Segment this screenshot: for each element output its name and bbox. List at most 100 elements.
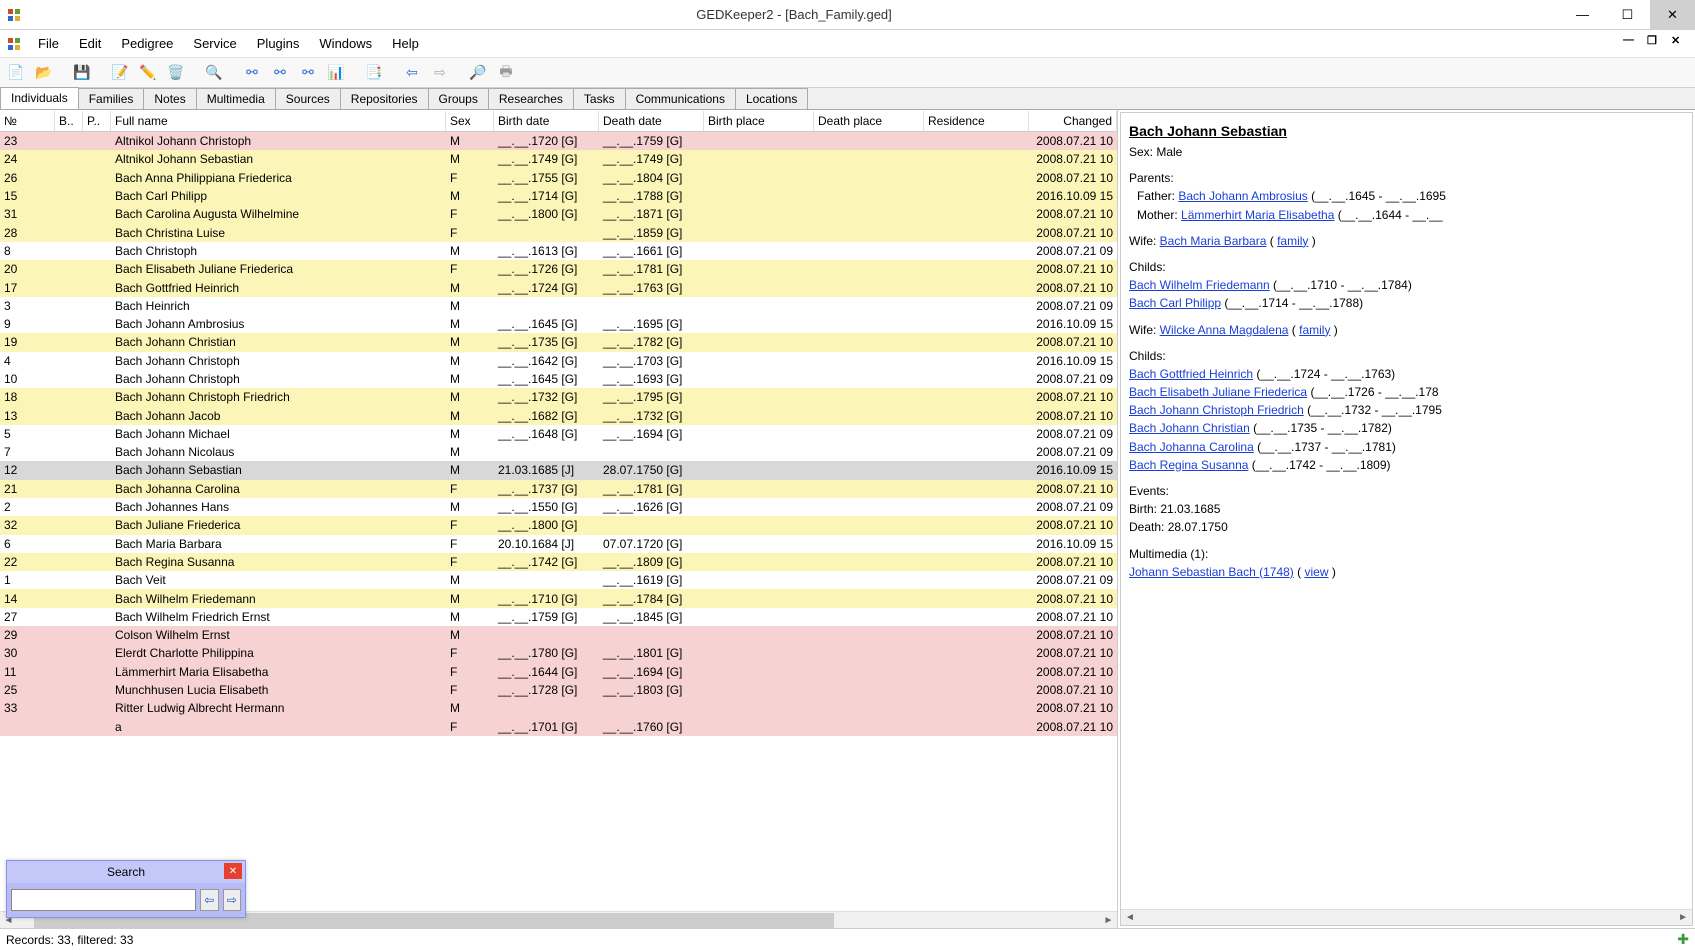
table-row[interactable]: 3Bach HeinrichM2008.07.21 09 [0, 297, 1117, 315]
child-link[interactable]: Bach Elisabeth Juliane Friederica [1129, 385, 1307, 399]
table-row[interactable]: 27Bach Wilhelm Friedrich ErnstM__.__.175… [0, 608, 1117, 626]
child-link[interactable]: Bach Johann Christoph Friedrich [1129, 403, 1304, 417]
table-row[interactable]: 7Bach Johann NicolausM2008.07.21 09 [0, 443, 1117, 461]
table-row[interactable]: 30Elerdt Charlotte PhilippinaF__.__.1780… [0, 644, 1117, 662]
detail-h-scrollbar[interactable]: ◄ ► [1121, 909, 1692, 925]
table-row[interactable]: 24Altnikol Johann SebastianM__.__.1749 [… [0, 150, 1117, 168]
table-row[interactable]: 8Bach ChristophM__.__.1613 [G]__.__.1661… [0, 242, 1117, 260]
col-header[interactable]: P.. [83, 111, 111, 131]
menu-plugins[interactable]: Plugins [247, 32, 310, 55]
menu-edit[interactable]: Edit [69, 32, 111, 55]
tab-researches[interactable]: Researches [488, 88, 574, 109]
child-link[interactable]: Bach Johanna Carolina [1129, 440, 1254, 454]
close-button[interactable]: ✕ [1650, 0, 1695, 30]
preview-icon[interactable]: 🔎 [466, 61, 490, 85]
filter-icon[interactable]: 🔍 [202, 61, 226, 85]
table-row[interactable]: 12Bach Johann SebastianM21.03.1685 [J]28… [0, 461, 1117, 479]
table-row[interactable]: 6Bach Maria BarbaraF20.10.1684 [J]07.07.… [0, 535, 1117, 553]
new-file-icon[interactable]: 📄 [4, 61, 28, 85]
col-header[interactable]: № [0, 111, 55, 131]
wife2-link[interactable]: Wilcke Anna Magdalena [1160, 323, 1289, 337]
father-link[interactable]: Bach Johann Ambrosius [1178, 189, 1307, 203]
menu-pedigree[interactable]: Pedigree [111, 32, 183, 55]
table-row[interactable]: 14Bach Wilhelm FriedemannM__.__.1710 [G]… [0, 589, 1117, 607]
col-header[interactable]: Full name [111, 111, 446, 131]
table-row[interactable]: 20Bach Elisabeth Juliane FriedericaF__._… [0, 260, 1117, 278]
delete-record-icon[interactable]: 🗑️ [164, 61, 188, 85]
menu-service[interactable]: Service [183, 32, 246, 55]
back-icon[interactable]: ⇦ [400, 61, 424, 85]
table-row[interactable]: 26Bach Anna Philippiana FriedericaF__.__… [0, 169, 1117, 187]
family1-link[interactable]: family [1277, 234, 1308, 248]
open-file-icon[interactable]: 📂 [32, 61, 56, 85]
view-link[interactable]: view [1304, 565, 1328, 579]
tree-both-icon[interactable]: ⚯ [296, 61, 320, 85]
tree-ancestors-icon[interactable]: ⚯ [240, 61, 264, 85]
tree-descendants-icon[interactable]: ⚯ [268, 61, 292, 85]
tab-sources[interactable]: Sources [275, 88, 341, 109]
search-titlebar[interactable]: Search ✕ [7, 861, 245, 883]
stats-icon[interactable]: 📑 [362, 61, 386, 85]
table-row[interactable]: 17Bach Gottfried HeinrichM__.__.1724 [G]… [0, 278, 1117, 296]
table-row[interactable]: 28Bach Christina LuiseF__.__.1859 [G]200… [0, 223, 1117, 241]
table-row[interactable]: 22Bach Regina SusannaF__.__.1742 [G]__._… [0, 553, 1117, 571]
table-row[interactable]: 4Bach Johann ChristophM__.__.1642 [G]__.… [0, 352, 1117, 370]
table-row[interactable]: 11Lämmerhirt Maria ElisabethaF__.__.1644… [0, 663, 1117, 681]
table-row[interactable]: 32Bach Juliane FriedericaF__.__.1800 [G]… [0, 516, 1117, 534]
child-link[interactable]: Bach Gottfried Heinrich [1129, 367, 1253, 381]
plugin-status-icon[interactable]: ✚ [1677, 931, 1689, 948]
table-row[interactable]: aF__.__.1701 [G]__.__.1760 [G]2008.07.21… [0, 718, 1117, 736]
minimize-button[interactable]: — [1560, 0, 1605, 30]
save-icon[interactable]: 💾 [70, 61, 94, 85]
table-row[interactable]: 29Colson Wilhelm ErnstM2008.07.21 10 [0, 626, 1117, 644]
print-icon[interactable]: 🖶 [494, 61, 518, 85]
scroll-right-icon[interactable]: ► [1100, 915, 1117, 926]
table-row[interactable]: 21Bach Johanna CarolinaF__.__.1737 [G]__… [0, 480, 1117, 498]
wife1-link[interactable]: Bach Maria Barbara [1160, 234, 1267, 248]
table-row[interactable]: 13Bach Johann JacobM__.__.1682 [G]__.__.… [0, 406, 1117, 424]
tab-repositories[interactable]: Repositories [340, 88, 429, 109]
mdi-minimize-button[interactable]: — [1623, 34, 1643, 54]
child-link[interactable]: Bach Wilhelm Friedemann [1129, 278, 1270, 292]
tab-multimedia[interactable]: Multimedia [196, 88, 276, 109]
col-header[interactable]: Birth place [704, 111, 814, 131]
col-header[interactable]: Changed [1029, 111, 1117, 131]
table-body[interactable]: 23Altnikol Johann ChristophM__.__.1720 [… [0, 132, 1117, 911]
add-record-icon[interactable]: 📝 [108, 61, 132, 85]
table-row[interactable]: 10Bach Johann ChristophM__.__.1645 [G]__… [0, 370, 1117, 388]
table-row[interactable]: 18Bach Johann Christoph FriedrichM__.__.… [0, 388, 1117, 406]
table-row[interactable]: 5Bach Johann MichaelM__.__.1648 [G]__.__… [0, 425, 1117, 443]
tab-individuals[interactable]: Individuals [0, 87, 79, 109]
search-input[interactable] [11, 889, 196, 911]
table-row[interactable]: 33Ritter Ludwig Albrecht HermannM2008.07… [0, 699, 1117, 717]
multimedia-link[interactable]: Johann Sebastian Bach (1748) [1129, 565, 1294, 579]
table-row[interactable]: 19Bach Johann ChristianM__.__.1735 [G]__… [0, 333, 1117, 351]
child-link[interactable]: Bach Johann Christian [1129, 421, 1250, 435]
tab-communications[interactable]: Communications [625, 88, 736, 109]
col-header[interactable]: Death place [814, 111, 924, 131]
table-row[interactable]: 15Bach Carl PhilippM__.__.1714 [G]__.__.… [0, 187, 1117, 205]
search-next-button[interactable]: ⇨ [223, 889, 242, 911]
col-header[interactable]: B.. [55, 111, 83, 131]
menu-file[interactable]: File [28, 32, 69, 55]
child-link[interactable]: Bach Carl Philipp [1129, 296, 1221, 310]
table-row[interactable]: 2Bach Johannes HansM__.__.1550 [G]__.__.… [0, 498, 1117, 516]
table-row[interactable]: 31Bach Carolina Augusta WilhelmineF__.__… [0, 205, 1117, 223]
maximize-button[interactable]: ☐ [1605, 0, 1650, 30]
edit-record-icon[interactable]: ✏️ [136, 61, 160, 85]
col-header[interactable]: Death date [599, 111, 704, 131]
col-header[interactable]: Residence [924, 111, 1029, 131]
tab-locations[interactable]: Locations [735, 88, 808, 109]
forward-icon[interactable]: ⇨ [428, 61, 452, 85]
table-row[interactable]: 1Bach VeitM__.__.1619 [G]2008.07.21 09 [0, 571, 1117, 589]
col-header[interactable]: Sex [446, 111, 494, 131]
menu-help[interactable]: Help [382, 32, 429, 55]
mother-link[interactable]: Lämmerhirt Maria Elisabetha [1181, 208, 1334, 222]
scroll-right-icon[interactable]: ► [1674, 912, 1692, 923]
menu-windows[interactable]: Windows [309, 32, 382, 55]
search-prev-button[interactable]: ⇦ [200, 889, 219, 911]
table-row[interactable]: 23Altnikol Johann ChristophM__.__.1720 [… [0, 132, 1117, 150]
mdi-restore-button[interactable]: ❐ [1647, 34, 1667, 54]
search-close-button[interactable]: ✕ [224, 863, 242, 879]
tab-tasks[interactable]: Tasks [573, 88, 626, 109]
